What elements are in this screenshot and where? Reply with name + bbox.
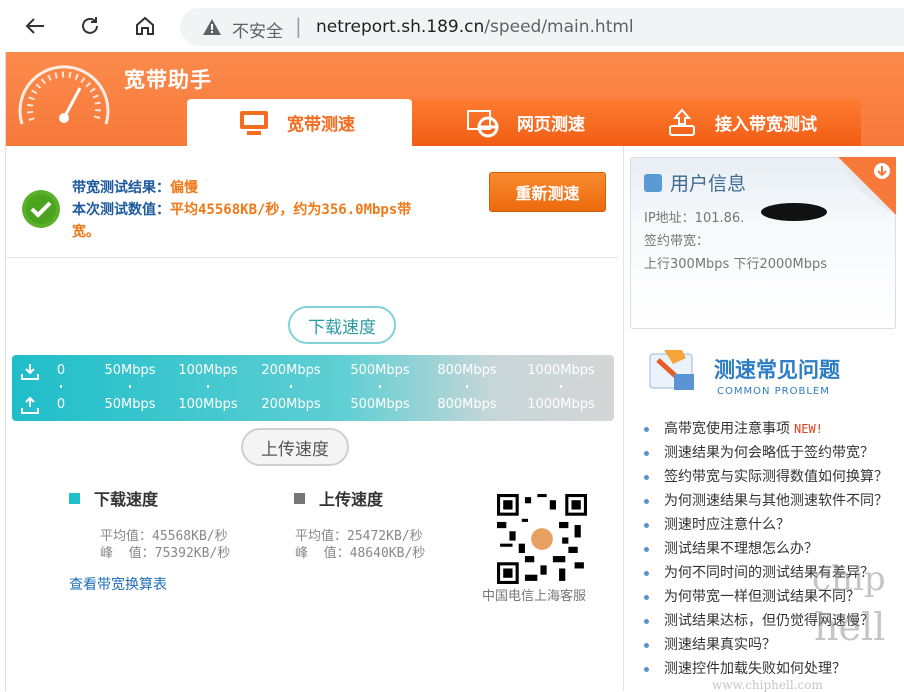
tab-web-speed[interactable]: 网页测速 [412,99,612,146]
redaction-scribble [761,203,827,221]
tab-label: 网页测速 [517,115,585,135]
faq-item[interactable]: 为何测速结果与其他测速软件不同？ [644,490,888,514]
result-value: 偏慢 [170,180,198,196]
home-icon [136,16,154,35]
retest-button[interactable]: 重新测速 [489,172,606,212]
download-tick: 800Mbps [437,363,497,378]
banner-title: 宽带助手 [124,68,212,92]
bandwidth-value: 上行300Mbps 下行2000Mbps [644,257,828,272]
scale-dots [12,385,614,389]
back-arrow-icon [25,18,44,34]
qr-caption: 中国电信上海客服 [482,589,587,604]
watermark-text: chip [812,559,886,599]
result-summary: 带宽测试结果：偏慢 本次测试数值：平均45568KB/秒，约为356.0Mbps… [6,146,619,258]
conversion-table-link[interactable]: 查看带宽换算表 [69,574,167,594]
warning-icon [203,19,221,35]
download-tick: 100Mbps [178,363,238,378]
upload-avg: 平均值：25472KB/秒 [295,529,423,544]
upload-tick: 800Mbps [437,397,497,412]
upload-tick: 50Mbps [104,397,156,412]
speed-scale-bar: 0 50Mbps 100Mbps 200Mbps 500Mbps 800Mbps… [12,355,614,421]
result-line: 带宽测试结果：偏慢 [72,180,198,196]
upload-tick: 200Mbps [261,397,321,412]
faq-item[interactable]: 签约带宽与实际测得数值如何换算？ [644,466,888,490]
ip-address: IP地址：101.86. [644,211,745,226]
bandwidth-label: 签约带宽： [644,234,710,249]
download-scale-row: 0 50Mbps 100Mbps 200Mbps 500Mbps 800Mbps… [12,361,614,385]
watermark-site: www.chiphell.com [712,678,823,692]
ie-browser-icon [467,109,499,137]
watermark-text: hell [814,605,886,649]
speedometer-logo-icon [18,65,110,125]
faq-illustration-icon [649,350,694,390]
download-tick: 500Mbps [350,363,410,378]
download-tick: 50Mbps [104,363,156,378]
faq-subtitle: COMMON PROBLEM [717,386,830,397]
faq-item[interactable]: 测速结果为何会略低于签约带宽？ [644,442,888,466]
qr-code-icon [497,494,587,584]
browser-toolbar: 不安全 | netreport.sh.189.cn/speed/main.htm… [0,0,904,52]
address-bar[interactable]: 不安全 | netreport.sh.189.cn/speed/main.htm… [180,8,904,46]
download-peak: 峰 值：75392KB/秒 [100,546,231,561]
new-badge: NEW! [794,422,823,436]
download-icon [21,364,39,380]
faq-item[interactable]: 测速时应注意什么？ [644,514,888,538]
monitor-icon [240,110,268,135]
upload-peak: 峰 值：48640KB/秒 [295,546,426,561]
upload-box-icon [669,107,695,136]
download-tick: 200Mbps [261,363,321,378]
download-swatch [69,492,80,504]
download-avg: 平均值：45568KB/秒 [100,529,228,544]
sidebar: 用户信息 IP地址：101.86. 签约带宽： 上行300Mbps 下行2000… [623,146,904,692]
upload-icon [21,397,39,414]
faq-title: 测速常见问题 [714,358,840,382]
download-legend: 下载速度 [69,486,158,510]
upload-legend: 上传速度 [294,486,383,510]
tab-access-bandwidth[interactable]: 接入带宽测试 [612,99,861,146]
user-info-icon [644,174,662,192]
upload-tick: 100Mbps [178,397,238,412]
back-button[interactable] [21,12,49,40]
upload-speed-bubble: 上传速度 [241,428,349,466]
numeric-line-wrap: 宽。 [72,224,100,240]
upload-tick: 1000Mbps [527,397,595,412]
insecure-label: 不安全 [232,22,283,42]
page: 宽带助手 宽带测速 网页测速 接入带宽测试 带宽测试结果：偏慢 本次测试数值：平… [5,52,904,692]
header-banner: 宽带助手 宽带测速 网页测速 接入带宽测试 [6,52,904,146]
speed-test-panel: 带宽测试结果：偏慢 本次测试数值：平均45568KB/秒，约为356.0Mbps… [6,146,619,691]
tab-broadband-speed[interactable]: 宽带测速 [187,99,412,146]
upload-tick: 500Mbps [350,397,410,412]
home-button[interactable] [131,12,159,40]
success-check-icon [22,190,60,228]
upload-swatch [294,492,305,504]
upload-scale-row: 0 50Mbps 100Mbps 200Mbps 500Mbps 800Mbps… [12,395,614,419]
faq-item[interactable]: 高带宽使用注意事项 NEW! [644,418,888,442]
reload-icon [82,17,98,34]
user-info-title: 用户信息 [644,169,746,196]
page-curl-download-icon[interactable] [838,157,896,215]
download-speed-bubble: 下载速度 [288,306,396,344]
address-separator: | [295,14,302,38]
upload-tick: 0 [56,397,66,412]
user-info-card: 用户信息 IP地址：101.86. 签约带宽： 上行300Mbps 下行2000… [630,157,896,329]
tab-label: 接入带宽测试 [715,115,817,135]
reload-button[interactable] [76,12,104,40]
download-tick: 1000Mbps [527,363,595,378]
download-tick: 0 [56,363,66,378]
numeric-value: 平均45568KB/秒，约为356.0Mbps带 [170,202,412,218]
url-text: netreport.sh.189.cn/speed/main.html [316,17,634,37]
numeric-line: 本次测试数值：平均45568KB/秒，约为356.0Mbps带 [72,202,412,218]
tab-label: 宽带测速 [287,115,355,135]
